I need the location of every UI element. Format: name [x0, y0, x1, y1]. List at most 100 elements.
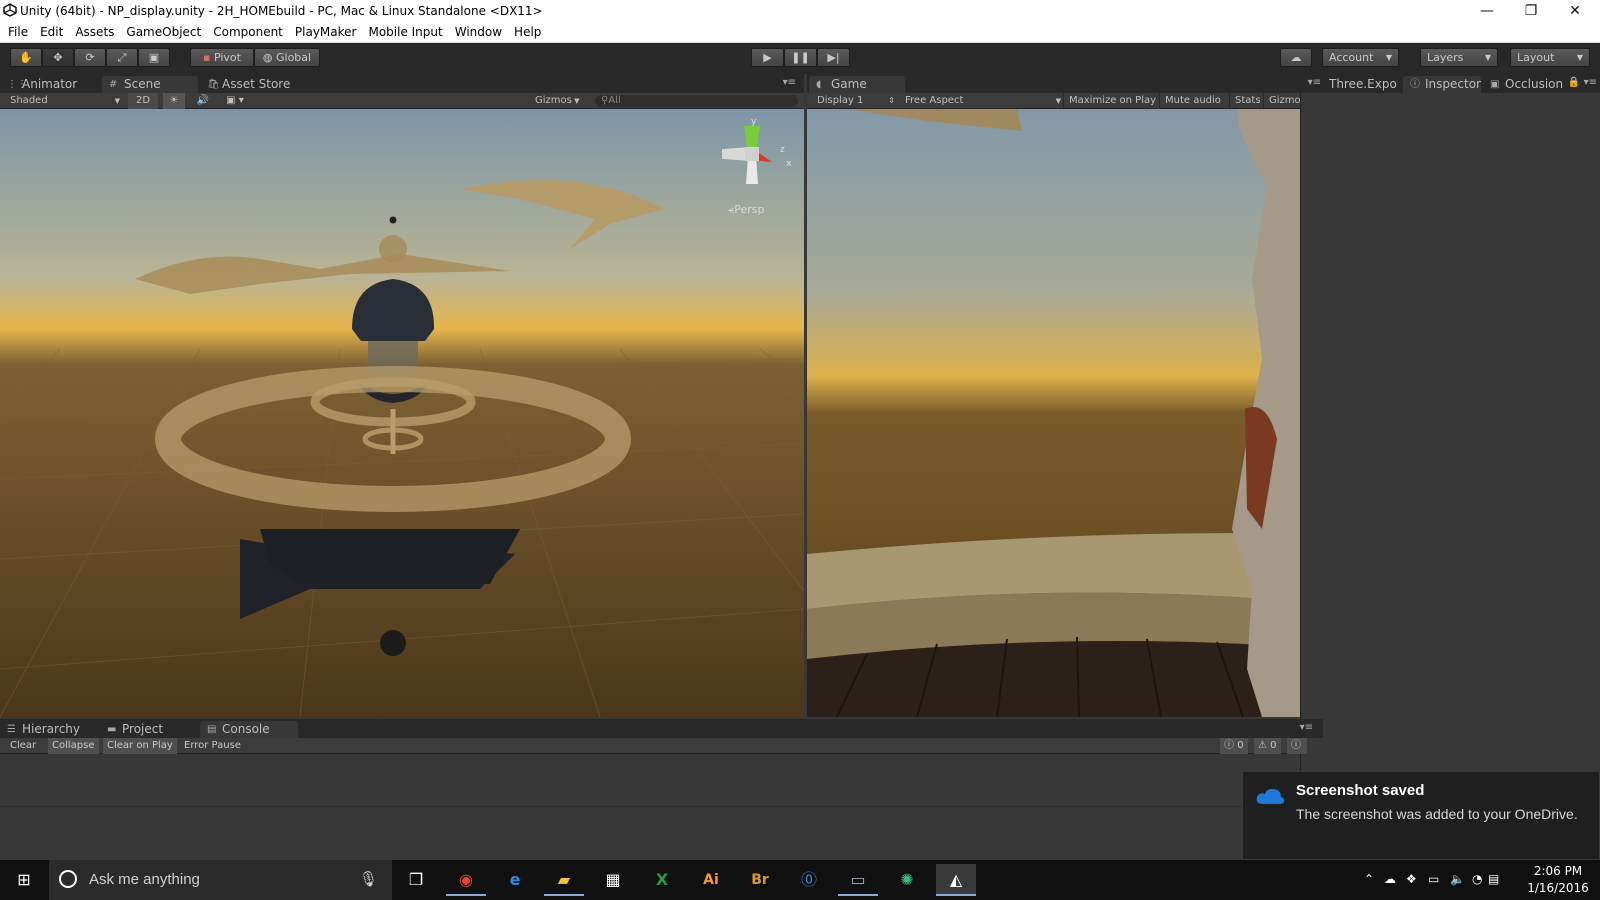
taskbar-app-green[interactable]: ✺ — [887, 864, 927, 896]
taskbar-excel[interactable]: X — [642, 864, 682, 896]
console-icon: ▤ — [207, 724, 217, 735]
maximize-on-play-toggle[interactable]: Maximize on Play — [1063, 93, 1159, 109]
updown-arrow-icon: ⇕ — [888, 96, 895, 105]
battery-icon[interactable]: ▭ — [1428, 872, 1439, 886]
console-info-toggle[interactable]: ⓘ 0 — [1287, 738, 1307, 767]
onedrive-tray-icon[interactable]: ☁ — [1384, 872, 1396, 886]
global-toggle[interactable]: ◍ Global — [254, 48, 320, 67]
console-clear-button[interactable]: Clear — [6, 738, 40, 754]
windows-taskbar: ⊞ Ask me anything 🎙 ❐ ◉ e ▰ ▦ X Ai Br ⓪ … — [0, 860, 1600, 900]
toggle-2d-button[interactable]: 2D — [128, 93, 158, 109]
display-dropdown[interactable]: Display 1 ⇕ — [817, 93, 897, 109]
taskbar-store[interactable]: ▦ — [593, 864, 633, 896]
console-error-pause-button[interactable]: Error Pause — [180, 738, 245, 754]
hand-tool-button[interactable]: ✋ — [10, 48, 42, 67]
pause-button[interactable]: ❚❚ — [784, 48, 817, 67]
start-button[interactable]: ⊞ — [4, 864, 44, 896]
taskbar-app-monitor[interactable]: ▭ — [838, 864, 878, 896]
rect-icon: ▣ — [148, 51, 160, 64]
menu-gameobject[interactable]: GameObject — [120, 22, 207, 43]
menu-file[interactable]: File — [0, 22, 34, 43]
scene-audio-toggle[interactable]: 🔊 — [192, 93, 214, 109]
tab-project-label: Project — [122, 722, 164, 736]
scene-search-field[interactable]: ⚲All — [595, 95, 798, 107]
stats-toggle[interactable]: Stats — [1229, 93, 1263, 109]
tab-inspector[interactable]: ⓘ Inspector — [1403, 76, 1481, 93]
task-view-icon: ❐ — [408, 870, 424, 889]
play-button[interactable]: ▶ — [751, 48, 784, 67]
app-blue-icon: ⓪ — [800, 870, 817, 889]
action-center-icon[interactable]: ▤ — [1488, 872, 1499, 886]
taskbar-unity[interactable]: ◭ — [936, 864, 976, 896]
taskbar-chrome[interactable]: ◉ — [446, 864, 486, 896]
menu-edit[interactable]: Edit — [34, 22, 69, 43]
clock[interactable]: 2:06 PM 1/16/2016 — [1520, 860, 1596, 900]
tab-occlusion[interactable]: ▣ Occlusion — [1483, 76, 1563, 93]
account-dropdown[interactable]: Account ▼ — [1322, 48, 1399, 67]
microphone-icon[interactable]: 🎙 — [359, 860, 378, 900]
menu-assets[interactable]: Assets — [69, 22, 120, 43]
task-view-button[interactable]: ❐ — [396, 864, 436, 896]
move-tool-button[interactable]: ✥ — [42, 48, 74, 67]
collab-cloud-button[interactable]: ☁ — [1280, 48, 1312, 67]
console-log-area[interactable] — [0, 755, 1298, 859]
rotate-tool-button[interactable]: ⟳ — [74, 48, 106, 67]
panel-menu-icon[interactable]: ▾≡ — [1584, 77, 1597, 88]
tab-hierarchy[interactable]: ☰ Hierarchy — [0, 721, 98, 738]
step-button[interactable]: ▶| — [817, 48, 850, 67]
close-button[interactable]: ✕ — [1553, 0, 1597, 22]
layout-dropdown[interactable]: Layout ▼ — [1510, 48, 1590, 67]
console-clear-on-play-button[interactable]: Clear on Play — [103, 738, 177, 754]
scale-tool-button[interactable]: ⤢ — [106, 48, 138, 67]
taskbar-illustrator[interactable]: Ai — [691, 864, 731, 896]
gizmo-x-label: x — [786, 159, 792, 169]
scene-viewport[interactable]: y z x ⪪Persp — [0, 109, 804, 717]
taskbar-file-explorer[interactable]: ▰ — [544, 864, 584, 896]
wifi-icon[interactable]: ◔ — [1472, 872, 1482, 886]
menu-help[interactable]: Help — [508, 22, 547, 43]
panel-menu-icon[interactable]: ▾≡ — [783, 77, 796, 88]
dropdown-arrow-icon: ▼ — [1484, 53, 1491, 62]
layers-dropdown[interactable]: Layers ▼ — [1420, 48, 1498, 67]
rect-tool-button[interactable]: ▣ — [138, 48, 170, 67]
menu-playmaker[interactable]: PlayMaker — [289, 22, 363, 43]
menu-component[interactable]: Component — [207, 22, 289, 43]
lock-icon[interactable]: 🔒 — [1568, 77, 1580, 88]
aspect-dropdown[interactable]: Free Aspect ▼ — [905, 93, 1063, 109]
game-toolbar: Display 1 ⇕ Free Aspect ▼ Maximize on Play… — [807, 93, 1323, 109]
volume-icon[interactable]: 🔈 — [1450, 872, 1465, 886]
menu-mobile-input[interactable]: Mobile Input — [362, 22, 448, 43]
tab-game[interactable]: ◖ Game — [809, 76, 905, 93]
tab-console[interactable]: ▤ Console — [200, 721, 298, 738]
menu-window[interactable]: Window — [449, 22, 508, 43]
mute-audio-toggle[interactable]: Mute audio — [1159, 93, 1229, 109]
console-errors-toggle[interactable]: ⓘ 0 — [1220, 738, 1248, 754]
restore-button[interactable]: ❐ — [1509, 0, 1553, 22]
panel-menu-icon[interactable]: ▾≡ — [1300, 722, 1313, 733]
console-divider[interactable] — [0, 806, 1298, 807]
scene-effects-dropdown[interactable]: ▣ ▾ — [220, 93, 250, 109]
game-viewport[interactable] — [807, 109, 1323, 717]
console-collapse-button[interactable]: Collapse — [48, 738, 99, 754]
tab-asset-store[interactable]: 🛍 Asset Store — [200, 76, 310, 93]
taskbar-bridge[interactable]: Br — [740, 864, 780, 896]
pivot-toggle[interactable]: ▪ Pivot — [190, 48, 254, 67]
tab-project[interactable]: ▬ Project — [100, 721, 198, 738]
panel-menu-icon[interactable]: ▾≡ — [1308, 77, 1321, 88]
tray-chevron-icon[interactable]: ⌃ — [1364, 872, 1374, 886]
scene-gizmos-dropdown[interactable]: Gizmos ▼ — [535, 93, 587, 109]
dropbox-tray-icon[interactable]: ❖ — [1406, 872, 1417, 886]
persp-label[interactable]: ⪪Persp — [728, 203, 764, 217]
shading-mode-dropdown[interactable]: Shaded ▼ — [10, 93, 122, 109]
tab-three-expo[interactable]: Three.Expo — [1323, 76, 1401, 93]
notification-toast[interactable]: Screenshot saved The screenshot was adde… — [1242, 771, 1600, 860]
console-warnings-toggle[interactable]: ⚠ 0 — [1254, 738, 1281, 754]
tab-scene[interactable]: # Scene — [102, 76, 198, 93]
cortana-search-box[interactable]: Ask me anything 🎙 — [49, 860, 392, 900]
scene-lighting-toggle[interactable]: ☀ — [163, 93, 185, 109]
taskbar-edge[interactable]: e — [495, 864, 535, 896]
tab-animator[interactable]: ⋮⋮ Animator — [0, 76, 100, 93]
rotate-icon: ⟳ — [85, 51, 95, 64]
minimize-button[interactable]: — — [1465, 0, 1509, 22]
taskbar-app-blue[interactable]: ⓪ — [789, 864, 829, 896]
